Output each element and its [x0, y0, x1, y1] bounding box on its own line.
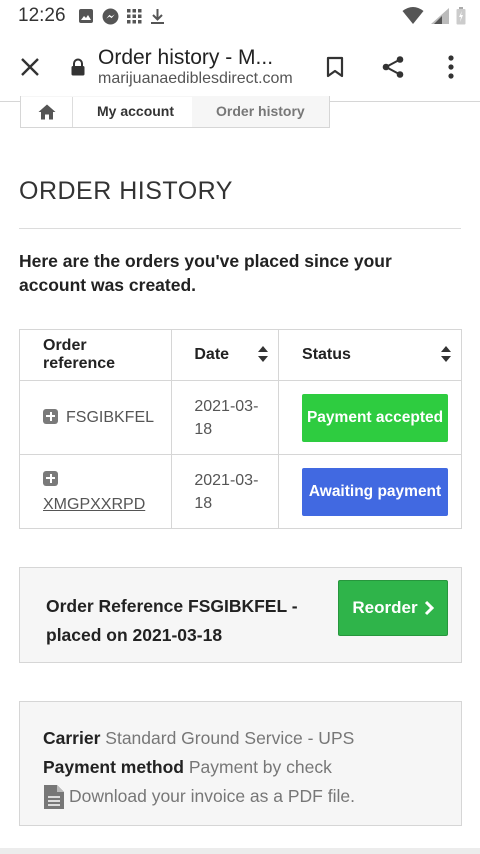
order-date-cell: 2021-03-18: [171, 380, 280, 455]
sort-icon: [258, 346, 269, 362]
browser-toolbar: Order history - M... marijuanaediblesdir…: [0, 32, 480, 102]
invoice-text: Download your invoice as a PDF file.: [69, 786, 355, 806]
divider: [19, 228, 461, 229]
order-detail-box: Order Reference FSGIBKFEL - placed on 20…: [19, 567, 462, 663]
share-button[interactable]: [364, 32, 422, 102]
order-reference-cell: XMGPXXRPD: [18, 454, 173, 529]
order-info-box: Carrier Standard Ground Service - UPS Pa…: [19, 701, 462, 826]
expand-icon[interactable]: [43, 408, 58, 424]
breadcrumb-home[interactable]: [21, 96, 73, 127]
table-row: XMGPXXRPD 2021-03-18 Awaiting payment: [18, 454, 462, 529]
table-row: FSGIBKFEL 2021-03-18 Payment accepted: [18, 380, 462, 455]
messenger-icon: [102, 8, 119, 24]
payment-value: Payment by check: [188, 757, 332, 777]
breadcrumb: My account Order history: [20, 96, 330, 128]
image-icon: [78, 9, 93, 23]
order-date-cell: 2021-03-18: [171, 454, 280, 529]
order-reference-link[interactable]: FSGIBKFEL: [66, 409, 154, 426]
address-bar[interactable]: Order history - M... marijuanaediblesdir…: [98, 46, 306, 88]
signal-icon: [431, 8, 449, 24]
breadcrumb-my-account[interactable]: My account: [73, 96, 193, 127]
more-vert-icon: [448, 54, 454, 79]
payment-label: Payment method: [43, 757, 184, 777]
bookmark-icon: [326, 56, 344, 77]
order-date: 2021-03-18: [194, 397, 259, 438]
order-reference-link[interactable]: XMGPXXRPD: [43, 496, 145, 513]
system-icons: [402, 7, 466, 25]
page-heading: ORDER HISTORY: [19, 177, 233, 205]
column-header-date[interactable]: Date: [171, 329, 280, 381]
orders-table: Order reference Date Status FSGIBKFEL 20…: [18, 329, 462, 529]
status-bar: 12:26: [0, 0, 480, 32]
share-icon: [382, 55, 404, 78]
carrier-value: Standard Ground Service - UPS: [105, 728, 355, 748]
battery-icon: [456, 7, 466, 25]
table-header-row: Order reference Date Status: [18, 329, 462, 381]
download-icon: [150, 8, 164, 24]
wifi-icon: [402, 7, 424, 24]
column-header-reference: Order reference: [18, 329, 173, 381]
notification-icons: [78, 8, 165, 25]
file-icon: [44, 784, 64, 809]
order-status-cell: Awaiting payment: [278, 454, 462, 529]
status-badge: Awaiting payment: [302, 467, 449, 516]
home-icon: [38, 104, 55, 119]
invoice-download-link[interactable]: Download your invoice as a PDF file.: [43, 782, 461, 811]
bookmark-button[interactable]: [306, 32, 364, 102]
more-options-button[interactable]: [422, 32, 480, 102]
close-tab-button[interactable]: [0, 32, 60, 102]
clock: 12:26: [18, 5, 66, 26]
page-title: Order history - M...: [98, 45, 274, 69]
order-date: 2021-03-18: [194, 471, 259, 512]
grid-icon: [126, 8, 142, 23]
carrier-line: Carrier Standard Ground Service - UPS: [43, 724, 461, 753]
reorder-label: Reorder: [352, 598, 418, 617]
order-reference-cell: FSGIBKFEL: [18, 380, 173, 455]
close-icon: [21, 57, 39, 76]
page-url: marijuanaediblesdirect.com: [98, 69, 293, 87]
payment-line: Payment method Payment by check: [43, 753, 461, 782]
order-status-cell: Payment accepted: [278, 380, 462, 455]
carrier-label: Carrier: [43, 728, 101, 748]
sort-icon: [441, 346, 451, 362]
breadcrumb-order-history: Order history: [216, 102, 305, 119]
chevron-right-icon: [424, 600, 434, 616]
bottom-edge: [0, 848, 480, 854]
intro-text: Here are the orders you've placed since …: [19, 251, 392, 295]
expand-icon[interactable]: [43, 470, 58, 486]
lock-icon[interactable]: [60, 58, 96, 76]
reorder-button[interactable]: Reorder: [338, 580, 448, 636]
status-badge: Payment accepted: [302, 393, 449, 442]
order-detail-heading: Order Reference FSGIBKFEL - placed on 20…: [46, 596, 298, 645]
column-header-status[interactable]: Status: [278, 329, 462, 381]
